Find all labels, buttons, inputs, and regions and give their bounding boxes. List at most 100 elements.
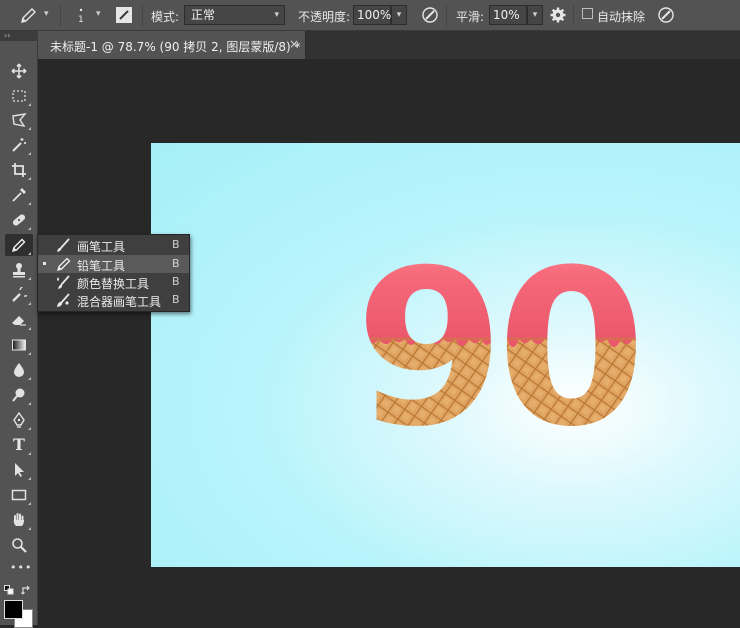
lasso-icon <box>12 112 27 128</box>
submenu-indicator <box>28 302 31 305</box>
brush-icon <box>57 238 70 252</box>
gear-icon[interactable] <box>549 6 567 24</box>
pencil-tool-preset-icon[interactable] <box>18 6 38 26</box>
auto-erase-label: 自动抹除 <box>597 10 646 24</box>
opacity-dropdown-arrow[interactable]: ▾ <box>391 5 407 25</box>
smoothing-input[interactable]: 10% <box>489 5 527 25</box>
submenu-indicator <box>28 127 31 130</box>
swap-colors-icon[interactable] <box>21 585 32 596</box>
rectangle-tool[interactable] <box>5 484 33 506</box>
clone-stamp-icon <box>13 263 25 278</box>
submenu-indicator <box>28 277 31 280</box>
document-tab[interactable]: 未标题-1 @ 78.7% (90 拷贝 2, 图层蒙版/8) * × <box>38 31 306 59</box>
document-tab-title: 未标题-1 @ 78.7% (90 拷贝 2, 图层蒙版/8) * <box>50 40 301 54</box>
pressure-size-icon[interactable] <box>656 5 676 25</box>
toolbox-collapse-handle[interactable]: ›› <box>0 31 38 41</box>
foreground-color-swatch[interactable] <box>4 600 23 619</box>
canvas[interactable]: 90 <box>151 143 740 567</box>
brush-size-value[interactable]: 1 <box>78 15 84 25</box>
brush-size-dot-icon <box>79 8 83 12</box>
submenu-indicator <box>28 327 31 330</box>
eyedropper-icon <box>12 188 26 202</box>
submenu-indicator <box>28 527 31 530</box>
submenu-indicator <box>28 402 31 405</box>
eyedropper-tool[interactable] <box>5 184 33 206</box>
magic-wand-tool[interactable] <box>5 134 33 156</box>
dodge-tool[interactable] <box>5 384 33 406</box>
smoothing-label: 平滑: <box>456 10 485 24</box>
options-bar: ▾ 1 ▾ 模式: 正常 ▾ 不透明度: 100% ▾ 平滑: 10% ▾ 自动… <box>0 0 740 31</box>
submenu-indicator <box>28 227 31 230</box>
eraser-tool[interactable] <box>5 309 33 331</box>
smoothing-value: 10% <box>493 8 520 22</box>
submenu-indicator <box>28 103 31 106</box>
document-tab-bar: 未标题-1 @ 78.7% (90 拷贝 2, 图层蒙版/8) * × <box>38 31 740 59</box>
crop-icon <box>12 163 26 177</box>
auto-erase-checkbox[interactable] <box>582 8 593 19</box>
eraser-icon <box>12 316 26 326</box>
default-colors-icon[interactable] <box>4 585 14 595</box>
pressure-opacity-icon[interactable] <box>420 5 440 25</box>
submenu-indicator <box>28 502 31 505</box>
divider <box>60 5 61 26</box>
divider <box>573 5 574 26</box>
flyout-item-label: 画笔工具 <box>77 240 126 254</box>
pen-tool[interactable] <box>5 409 33 431</box>
lasso-tool[interactable] <box>5 109 33 131</box>
mode-label: 模式: <box>151 10 180 24</box>
chevron-down-icon: ▾ <box>274 10 279 20</box>
clone-stamp-tool[interactable] <box>5 259 33 281</box>
zoom-icon <box>12 538 27 553</box>
crop-tool[interactable] <box>5 159 33 181</box>
flyout-item-mixer-brush[interactable]: 混合器画笔工具 B <box>38 291 189 309</box>
active-tool-bullet <box>43 262 46 265</box>
gradient-tool[interactable] <box>5 334 33 356</box>
marquee-tool[interactable] <box>5 85 33 107</box>
gradient-icon <box>12 339 26 351</box>
submenu-indicator <box>28 177 31 180</box>
magic-wand-icon <box>12 138 26 152</box>
toolbox: ›› T ••• <box>0 31 38 628</box>
hand-tool[interactable] <box>5 509 33 531</box>
type-tool[interactable]: T <box>5 434 33 456</box>
healing-brush-tool[interactable] <box>5 209 33 231</box>
chevron-down-icon[interactable]: ▾ <box>44 9 49 19</box>
smoothing-dropdown-arrow[interactable]: ▾ <box>527 5 543 25</box>
zoom-tool[interactable] <box>5 534 33 556</box>
flyout-item-shortcut: B <box>172 238 180 251</box>
blur-tool[interactable] <box>5 359 33 381</box>
submenu-indicator <box>28 452 31 455</box>
brush-tools-flyout: 画笔工具 B 铅笔工具 B 颜色替换工具 B 混合器画笔工具 B <box>37 234 190 312</box>
mode-select[interactable]: 正常 ▾ <box>184 5 285 25</box>
opacity-input[interactable]: 100% <box>353 5 391 25</box>
flyout-item-color-replacement[interactable]: 颜色替换工具 B <box>38 273 189 291</box>
submenu-indicator <box>28 152 31 155</box>
brush-panel-toggle-icon[interactable] <box>114 5 134 25</box>
submenu-indicator <box>28 352 31 355</box>
mode-value: 正常 <box>191 8 216 22</box>
submenu-indicator <box>28 202 31 205</box>
flyout-item-shortcut: B <box>172 257 180 270</box>
pencil-icon <box>57 257 71 271</box>
submenu-indicator <box>28 427 31 430</box>
history-brush-icon <box>12 287 27 302</box>
flyout-item-label: 颜色替换工具 <box>77 277 150 291</box>
move-tool[interactable] <box>5 60 33 82</box>
more-tools-button[interactable]: ••• <box>5 559 33 581</box>
flyout-item-label: 铅笔工具 <box>77 259 126 273</box>
history-brush-tool[interactable] <box>5 284 33 306</box>
pencil-tool[interactable] <box>5 234 33 256</box>
flyout-item-pencil[interactable]: 铅笔工具 B <box>38 255 189 273</box>
close-icon[interactable]: × <box>289 37 299 51</box>
rectangle-icon <box>11 489 27 501</box>
flyout-item-brush[interactable]: 画笔工具 B <box>38 236 189 254</box>
chevron-down-icon[interactable]: ▾ <box>96 9 101 19</box>
pencil-icon <box>11 238 26 253</box>
path-selection-tool[interactable] <box>5 459 33 481</box>
opacity-label: 不透明度: <box>298 10 351 24</box>
marquee-icon <box>12 90 26 102</box>
divider <box>142 5 143 26</box>
pen-icon <box>13 412 25 428</box>
flyout-item-shortcut: B <box>172 275 180 288</box>
more-tools-icon: ••• <box>10 561 33 574</box>
